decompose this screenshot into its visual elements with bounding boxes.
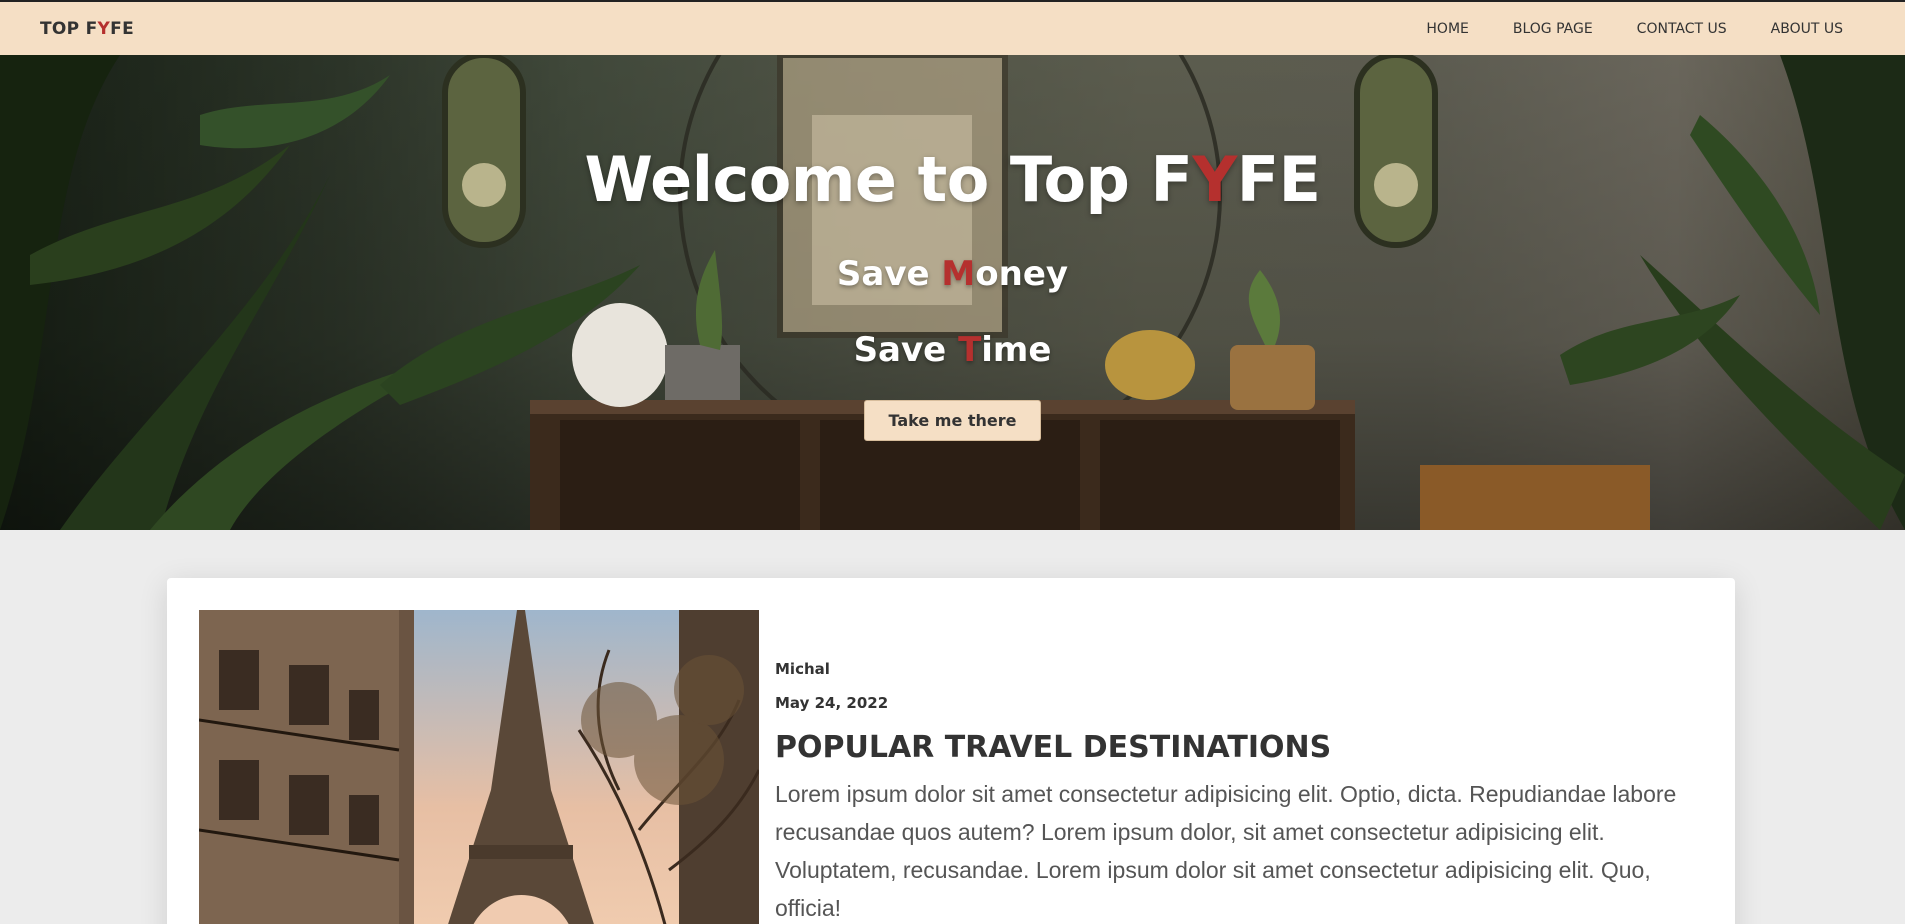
nav-link-home[interactable]: HOME [1404, 21, 1490, 37]
eiffel-tower-image [199, 610, 759, 924]
tagline-money-suffix: oney [975, 254, 1069, 294]
hero-content: Welcome to Top FYFE Save Money Save Time… [0, 55, 1905, 530]
hero-title-prefix: Welcome to Top F [584, 143, 1193, 216]
hero-tagline-money: Save Money [837, 254, 1068, 294]
post-image[interactable] [199, 610, 759, 924]
nav-links: HOME BLOG PAGE CONTACT US ABOUT US [1404, 21, 1865, 37]
hero-tagline-time: Save Time [854, 330, 1052, 370]
navbar: TOP FYFE HOME BLOG PAGE CONTACT US ABOUT… [0, 0, 1905, 55]
post-author: Michal [775, 660, 830, 678]
logo-prefix: TOP F [40, 18, 98, 39]
tagline-time-accent: T [958, 330, 982, 370]
tagline-time-suffix: ime [981, 330, 1052, 370]
hero-title-accent: Y [1192, 143, 1237, 216]
post-date: May 24, 2022 [775, 694, 889, 712]
post-title[interactable]: POPULAR TRAVEL DESTINATIONS [775, 730, 1695, 765]
take-me-there-button[interactable]: Take me there [864, 400, 1041, 441]
site-logo[interactable]: TOP FYFE [40, 19, 134, 39]
blog-post-card[interactable]: Michal May 24, 2022 POPULAR TRAVEL DESTI… [167, 578, 1735, 924]
logo-suffix: FE [110, 18, 134, 39]
post-excerpt: Lorem ipsum dolor sit amet consectetur a… [775, 781, 1677, 921]
hero-section: Welcome to Top FYFE Save Money Save Time… [0, 55, 1905, 530]
nav-link-blog-page[interactable]: BLOG PAGE [1491, 21, 1615, 37]
tagline-money-accent: M [941, 254, 976, 294]
nav-link-contact-us[interactable]: CONTACT US [1615, 21, 1749, 37]
nav-link-about-us[interactable]: ABOUT US [1749, 21, 1865, 37]
page: TOP FYFE HOME BLOG PAGE CONTACT US ABOUT… [0, 0, 1905, 924]
hero-title-suffix: FE [1236, 143, 1321, 216]
tagline-money-prefix: Save [836, 254, 942, 294]
tagline-time-prefix: Save [853, 330, 959, 370]
logo-accent: Y [97, 18, 111, 39]
hero-title: Welcome to Top FYFE [585, 143, 1321, 216]
post-content: Michal May 24, 2022 POPULAR TRAVEL DESTI… [775, 660, 1695, 924]
